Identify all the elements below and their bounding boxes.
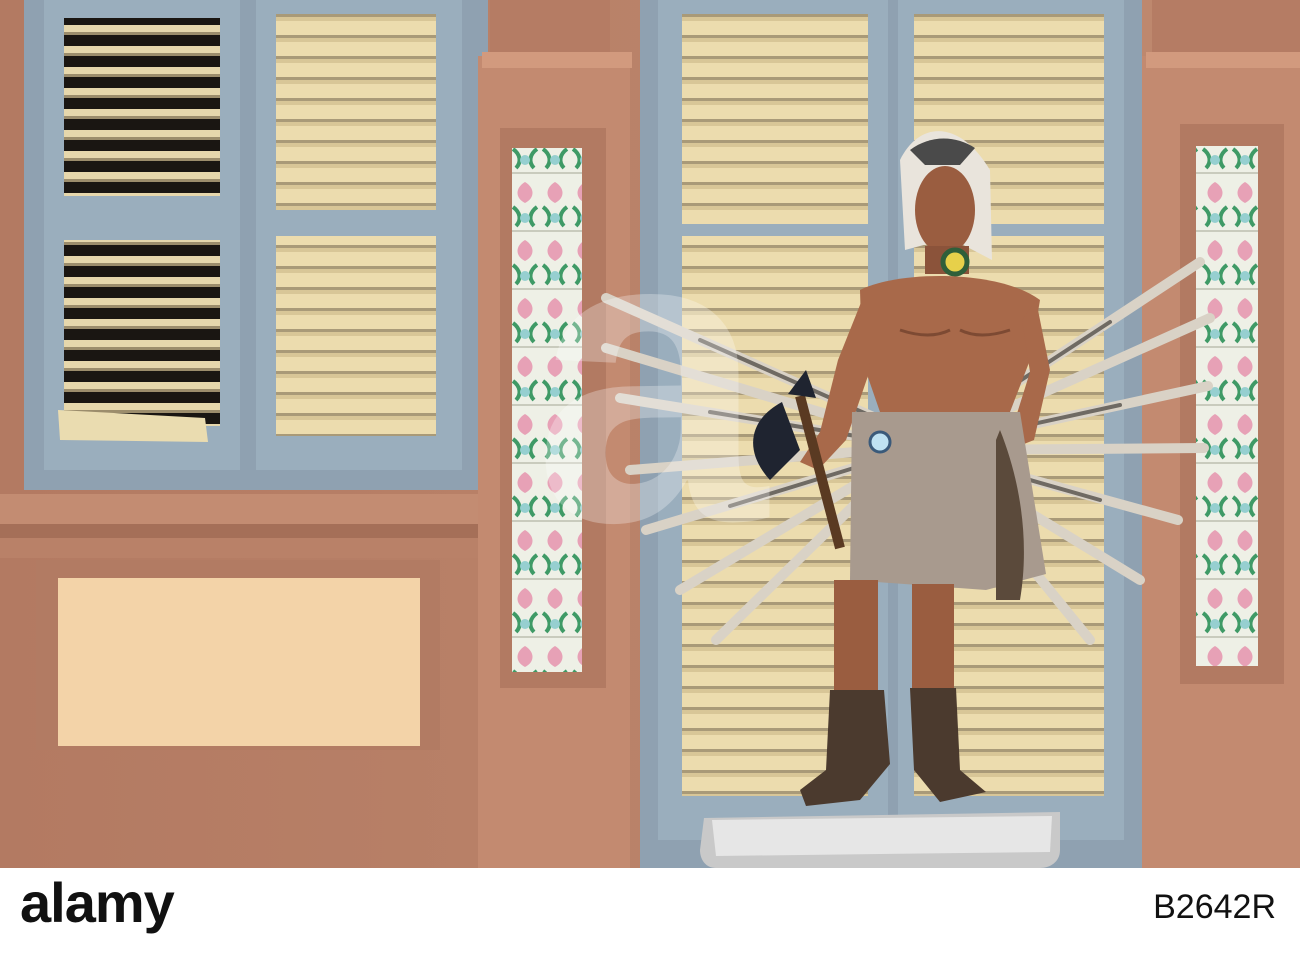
watermark-letter: a	[533, 141, 769, 610]
footer: alamy B2642R	[0, 868, 1300, 956]
photo-scene: a	[0, 0, 1300, 868]
plaster-panel	[58, 578, 420, 746]
left-shutters	[24, 0, 488, 490]
statue-base	[700, 812, 1060, 868]
photo: a	[0, 0, 1300, 868]
brand-logo: alamy	[20, 871, 175, 934]
alamy-a-watermark-icon: a	[533, 141, 769, 610]
stock-id: B2642R	[1153, 888, 1276, 926]
right-pillar	[1142, 0, 1300, 868]
tile-column-right	[1196, 146, 1258, 666]
